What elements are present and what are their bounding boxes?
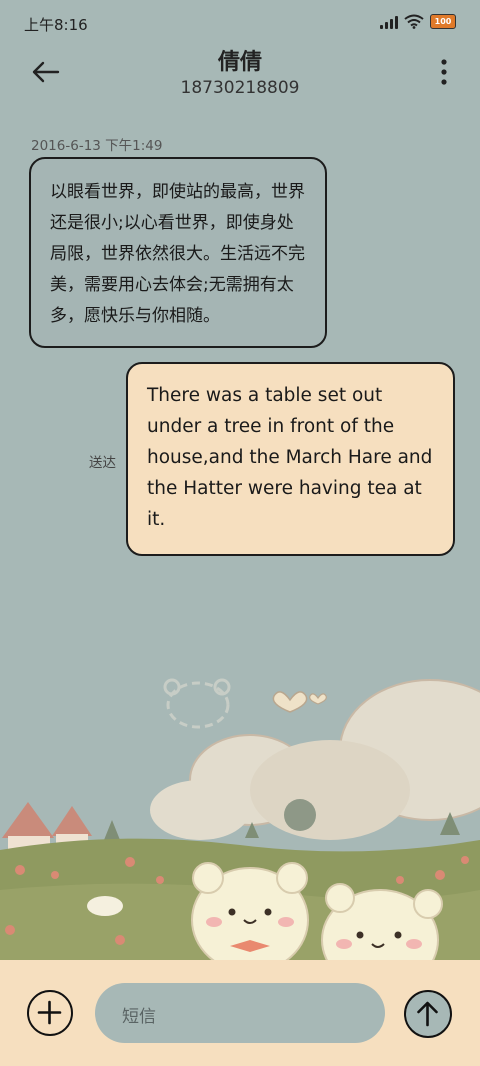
- message-input-placeholder: 短信: [122, 1007, 156, 1027]
- contact-number: 18730218809: [180, 78, 300, 98]
- more-vertical-icon[interactable]: [438, 58, 450, 86]
- send-button[interactable]: [404, 990, 452, 1038]
- battery-icon: 100: [430, 14, 456, 29]
- status-icons: 100: [380, 14, 456, 29]
- status-time: 上午8:16: [24, 16, 88, 34]
- conversation-header: 倩倩 18730218809: [0, 44, 480, 114]
- arrow-up-icon: [417, 1001, 438, 1027]
- plus-icon: [37, 1000, 62, 1025]
- message-input[interactable]: 短信: [95, 983, 385, 1043]
- add-attachment-button[interactable]: [27, 990, 73, 1036]
- status-bar: 上午8:16 100: [0, 0, 480, 44]
- wallpaper-illustration: [0, 678, 480, 960]
- incoming-message-bubble[interactable]: 以眼看世界，即使站的最高，世界还是很小;以心看世界，即使身处局限，世界依然很大。…: [29, 157, 327, 348]
- signal-icon: [380, 15, 398, 29]
- delivery-status: 送达: [89, 455, 116, 471]
- wifi-icon: [404, 14, 424, 29]
- message-timestamp: 2016-6-13 下午1:49: [31, 138, 163, 154]
- outgoing-message-bubble[interactable]: There was a table set out under a tree i…: [126, 362, 455, 556]
- composer-bar: 短信: [0, 960, 480, 1066]
- contact-name[interactable]: 倩倩: [0, 44, 480, 76]
